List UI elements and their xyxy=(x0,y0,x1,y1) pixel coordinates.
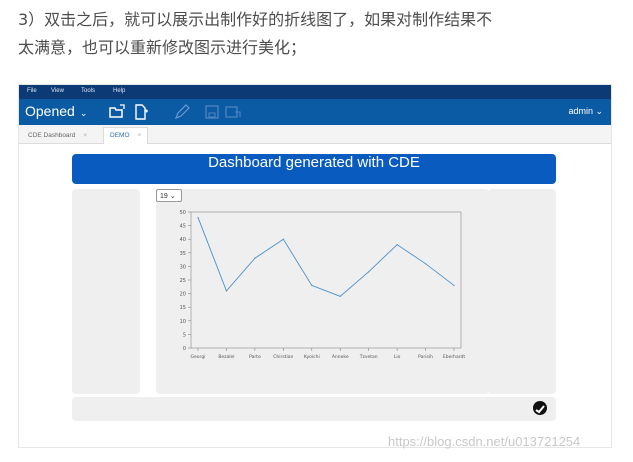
y-tick-label: 15 xyxy=(180,305,186,311)
y-tick-label: 0 xyxy=(183,346,186,352)
save-icon[interactable] xyxy=(204,104,220,120)
admin-menu[interactable]: admin ⌄ xyxy=(568,106,603,117)
menu-tools[interactable]: Tools xyxy=(81,88,95,94)
x-tick-label: Kyoichi xyxy=(304,354,320,360)
dashboard-title: Dashboard generated with CDE xyxy=(72,154,556,184)
opened-label: Opened xyxy=(25,103,75,119)
toolbar: Opened ⌄ admin ⌄ xyxy=(19,99,611,125)
x-tick-label: Parto xyxy=(249,354,261,360)
data-point xyxy=(197,216,199,219)
menu-file[interactable]: File xyxy=(27,88,37,94)
watermark-text: https://blog.csdn.net/u013721254 xyxy=(388,434,581,449)
x-tick-label: Bezalel xyxy=(218,354,234,360)
save-as-icon[interactable] xyxy=(225,104,241,120)
article-line-2: 太满意，也可以重新修改图示进行美化； xyxy=(18,38,307,57)
y-tick-label: 45 xyxy=(180,224,186,230)
menu-bar: File View Tools Help xyxy=(19,85,611,99)
line-chart: 0 5 10 15 20 25 30 35 40 45 50 Georgi Bezalel Parto Ch… xyxy=(180,210,466,360)
data-point xyxy=(311,284,313,287)
tab-label: CDE Dashboard xyxy=(28,132,76,139)
y-tick-label: 10 xyxy=(180,319,186,325)
y-tick-label: 20 xyxy=(180,292,186,298)
x-tick-label: Anneke xyxy=(332,354,349,360)
data-point xyxy=(396,244,398,246)
plot-frame xyxy=(190,211,462,349)
data-point xyxy=(339,295,341,297)
data-point xyxy=(424,263,427,265)
dashboard-canvas: Dashboard generated with CDE 19 ⌄ 0 5 10 15… xyxy=(19,144,611,447)
x-tick-label: Tzvetan xyxy=(359,354,378,360)
pentaho-logo-icon xyxy=(533,401,547,415)
x-tick-label: Lio xyxy=(394,354,401,360)
cde-screenshot: File View Tools Help Opened ⌄ admin ⌄ CD… xyxy=(18,84,612,448)
x-tick-label: Parisih xyxy=(418,354,433,360)
edit-pencil-icon[interactable] xyxy=(174,104,190,120)
y-tick-label: 35 xyxy=(180,251,186,257)
y-tick-label: 50 xyxy=(180,210,186,216)
y-tick-label: 30 xyxy=(180,264,186,270)
data-point xyxy=(282,238,284,240)
close-icon[interactable]: × xyxy=(138,132,142,139)
x-tick-label: Georgi xyxy=(191,354,206,360)
close-icon[interactable]: × xyxy=(83,132,87,139)
article-line-1: 3）双击之后，就可以展示出制作好的折线图了，如果对制作结果不 xyxy=(18,10,493,29)
data-point xyxy=(453,284,455,287)
article-text: 3）双击之后，就可以展示出制作好的折线图了，如果对制作结果不 太满意，也可以重新… xyxy=(18,6,618,62)
tab-label: DEMO xyxy=(110,132,130,139)
tab-demo[interactable]: DEMO × xyxy=(103,127,149,145)
menu-view[interactable]: View xyxy=(51,88,64,94)
data-point xyxy=(368,271,370,273)
right-panel xyxy=(488,189,556,394)
opened-dropdown[interactable]: Opened ⌄ xyxy=(25,103,87,119)
new-file-icon[interactable] xyxy=(133,104,149,120)
left-panel xyxy=(72,189,140,394)
y-tick-label: 40 xyxy=(180,237,186,243)
y-tick-label: 25 xyxy=(180,278,186,284)
x-tick-label: Eberhardt xyxy=(443,354,465,360)
chevron-down-icon: ⌄ xyxy=(79,108,88,118)
y-tick-label: 5 xyxy=(183,332,186,338)
series-line xyxy=(197,217,455,297)
tab-cde-dashboard[interactable]: CDE Dashboard × xyxy=(21,127,94,145)
footer-panel xyxy=(72,397,556,421)
tab-bar: CDE Dashboard × DEMO × xyxy=(19,125,611,145)
parameter-select[interactable]: 19 ⌄ xyxy=(156,189,182,202)
x-tick-label: Chirstian xyxy=(273,354,293,360)
data-point xyxy=(225,290,228,292)
data-point xyxy=(254,257,256,259)
menu-help[interactable]: Help xyxy=(113,88,125,94)
open-folder-icon[interactable] xyxy=(109,104,125,120)
